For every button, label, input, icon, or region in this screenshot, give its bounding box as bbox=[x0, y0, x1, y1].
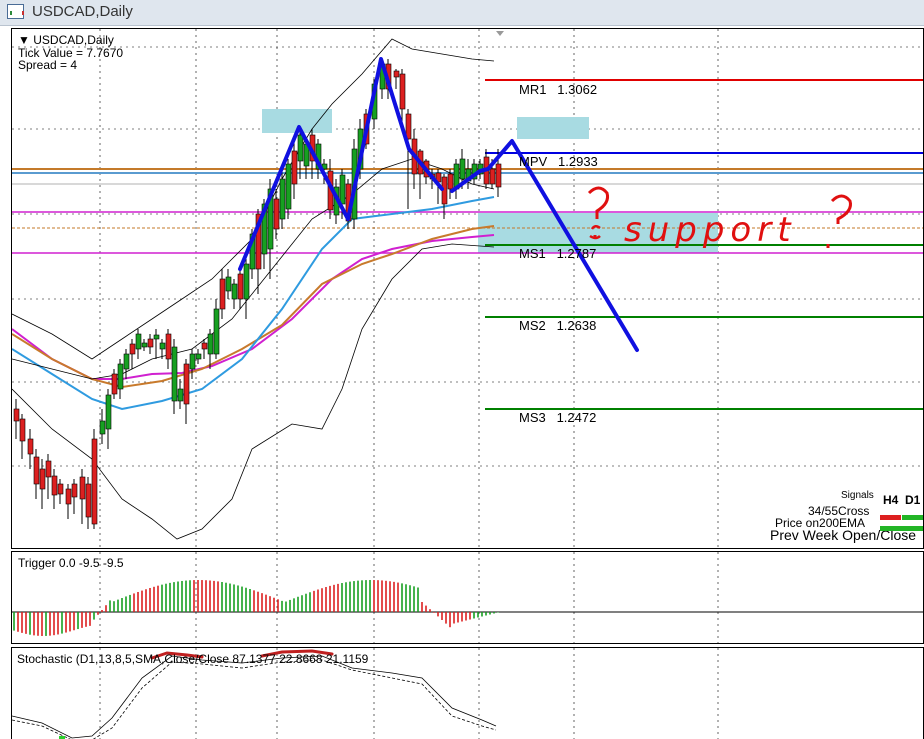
candle-body bbox=[291, 150, 298, 185]
candle-body bbox=[459, 158, 466, 180]
candle-body bbox=[91, 438, 98, 525]
candle-body bbox=[339, 174, 346, 205]
candle-body bbox=[105, 394, 112, 430]
trigger-histogram[interactable] bbox=[12, 552, 924, 644]
signal-bar-green bbox=[902, 515, 923, 520]
candle-body bbox=[171, 346, 178, 402]
candle-body bbox=[231, 283, 238, 300]
candle-body bbox=[243, 263, 250, 300]
bollinger-upper-band bbox=[12, 38, 495, 360]
stochastic-label: Stochastic (D1,13,8,5,SMA,Close/Close 87… bbox=[17, 652, 369, 666]
candle-body bbox=[13, 408, 20, 422]
spread-label: Spread = 4 bbox=[18, 58, 78, 72]
candle-body bbox=[195, 353, 202, 360]
candle-body bbox=[399, 73, 406, 110]
candle-body bbox=[273, 198, 280, 230]
shift-marker-icon bbox=[496, 31, 504, 36]
candle-body bbox=[177, 388, 184, 402]
dropdown-triangle-icon[interactable]: ▼ bbox=[18, 33, 30, 47]
price-chart-pane[interactable]: support ▼ USDCAD,Daily Tick Value = 7.76… bbox=[11, 28, 924, 549]
window-title: USDCAD,Daily bbox=[32, 3, 133, 20]
candle-body bbox=[45, 460, 52, 478]
support-handwritten-annotation: support bbox=[624, 210, 797, 250]
candle-body bbox=[297, 134, 304, 162]
candle-body bbox=[85, 483, 92, 518]
level-label-ms1: MS1 1.2787 bbox=[519, 246, 597, 261]
price-chart-canvas[interactable]: support bbox=[12, 29, 924, 549]
window-titlebar: USDCAD,Daily bbox=[0, 0, 924, 26]
level-label-mpv: MPV 1.2933 bbox=[519, 154, 598, 169]
signals-col-d1: D1 bbox=[905, 493, 921, 507]
signals-title: Signals bbox=[841, 490, 874, 501]
candle-body bbox=[141, 342, 148, 348]
candle-body bbox=[219, 278, 226, 310]
candle-body bbox=[129, 343, 136, 355]
chart-symbol-label: USDCAD,Daily bbox=[33, 33, 114, 47]
trigger-label: Trigger 0.0 -9.5 -9.5 bbox=[18, 556, 124, 570]
candle-body bbox=[159, 342, 166, 350]
candle-body bbox=[123, 353, 130, 370]
candle-body bbox=[213, 308, 220, 355]
candle-body bbox=[99, 420, 106, 435]
signals-col-h4: H4 bbox=[883, 493, 899, 507]
candle-body bbox=[111, 373, 118, 395]
level-label-ms2: MS2 1.2638 bbox=[519, 318, 597, 333]
candle-body bbox=[189, 353, 196, 370]
candle-body bbox=[183, 363, 190, 405]
symbol-menu[interactable]: ▼ USDCAD,Daily bbox=[18, 34, 114, 46]
candle-body bbox=[279, 178, 286, 220]
candle-body bbox=[201, 342, 208, 350]
candle-body bbox=[147, 338, 154, 348]
candle-body bbox=[71, 483, 78, 498]
candle-body bbox=[33, 456, 40, 485]
candle-body bbox=[39, 468, 46, 490]
level-label-ms3: MS3 1.2472 bbox=[519, 410, 597, 425]
candle-body bbox=[489, 168, 496, 185]
candle-body bbox=[135, 333, 142, 350]
candle-body bbox=[51, 475, 58, 496]
candle-body bbox=[165, 333, 172, 360]
supply-zone bbox=[517, 117, 589, 139]
stochastic-signal-line bbox=[12, 659, 497, 739]
candle-body bbox=[27, 438, 34, 455]
candle-body bbox=[65, 488, 72, 505]
question-mark-annotation bbox=[826, 194, 852, 248]
chart-window-icon bbox=[7, 4, 24, 19]
trigger-indicator-pane[interactable]: Trigger 0.0 -9.5 -9.5 bbox=[11, 551, 924, 644]
level-label-mr1: MR1 1.3062 bbox=[519, 82, 598, 97]
candle-body bbox=[285, 163, 292, 210]
candle-body bbox=[393, 70, 400, 78]
candle-body bbox=[207, 333, 214, 355]
candle-body bbox=[237, 273, 244, 300]
candle-body bbox=[447, 173, 454, 190]
signal-bar-green bbox=[880, 526, 923, 531]
stochastic-main-line bbox=[12, 655, 497, 739]
candle-body bbox=[117, 363, 124, 390]
candle-body bbox=[153, 334, 160, 340]
candle-body bbox=[79, 476, 86, 500]
candle-body bbox=[225, 276, 232, 292]
candle-body bbox=[57, 483, 64, 495]
stochastic-indicator-pane[interactable]: Stochastic (D1,13,8,5,SMA,Close/Close 87… bbox=[11, 647, 924, 739]
signal-bar-red bbox=[880, 515, 901, 520]
candle-body bbox=[495, 163, 502, 188]
candle-body bbox=[19, 418, 26, 442]
